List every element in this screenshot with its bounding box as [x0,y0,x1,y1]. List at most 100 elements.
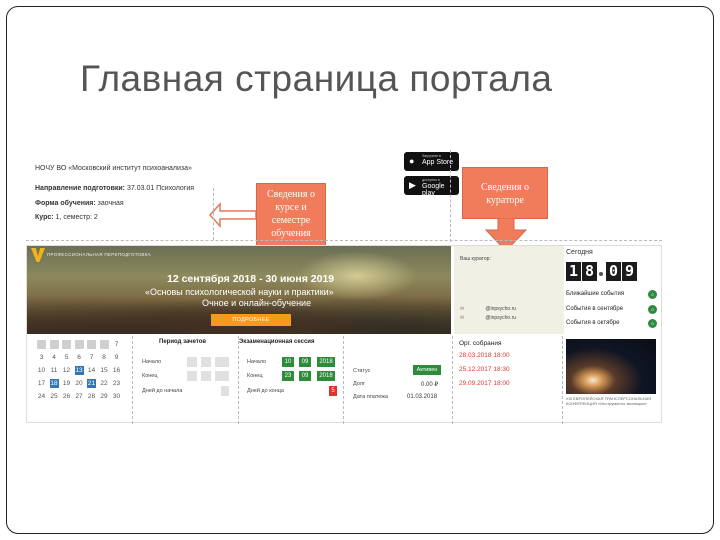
calendar-day[interactable]: 3 [37,353,46,362]
calendar-day[interactable]: 26 [62,392,71,401]
payment-date-label: Дата платежа [353,394,389,400]
course-value: 1, семестр: 2 [55,214,98,221]
exam-session-title: Экзаменационная сессия [239,339,315,345]
banner-dates: 12 сентября 2018 - 30 июня 2019 [167,273,335,285]
curator-email2: @inpsycho.ru [485,315,517,321]
exam-start-label: Начало [247,359,267,365]
more-button[interactable]: ПОДРОБНЕЕ [211,314,291,326]
form-label: Форма обучения: [35,200,96,207]
org-name: НОЧУ ВО «Московский институт психоанализ… [35,165,192,172]
calendar-day[interactable]: 19 [62,379,71,388]
direction-value: 37.03.01 Психология [126,185,195,192]
calendar-day[interactable]: 6 [75,353,84,362]
banner-course: «Основы психологической науки и практики… [145,287,334,297]
calendar-day[interactable]: 24 [37,392,46,401]
events-upcoming[interactable]: Ближайшие события [566,291,624,297]
debt-label: Долг [353,381,365,387]
calendar-day[interactable]: 11 [50,366,59,375]
calendar-day[interactable]: 13 [74,366,84,375]
calendar-day[interactable] [62,340,71,349]
events-october[interactable]: События в октябре [566,320,619,326]
calendar-day[interactable]: 15 [100,366,109,375]
calendar-day[interactable]: 23 [112,379,121,388]
portal-screenshot: ПРОФЕССИОНАЛЬНАЯ ПЕРЕПОДГОТОВКА 12 сентя… [26,245,663,424]
calendar-day[interactable]: 18 [49,379,59,388]
events-september[interactable]: События в сентябре [566,306,623,312]
calendar-day[interactable]: 30 [112,392,121,401]
curator-email-row[interactable]: ✉ @inpsycho.ru [460,306,516,312]
play-icon: ▶ [409,180,416,190]
curator-email2-row[interactable]: ✉ @inpsycho.ru [460,315,516,321]
calendar-day[interactable]: 9 [112,353,121,362]
events-october-count: 0 [648,319,657,328]
calendar-day[interactable] [74,340,84,349]
calendar-day[interactable]: 25 [50,392,59,401]
calendar-day[interactable]: 17 [37,379,46,388]
calendar-day[interactable]: 27 [75,392,84,401]
banner-tag: ПРОФЕССИОНАЛЬНАЯ ПЕРЕПОДГОТОВКА [47,252,151,257]
calendar-day[interactable]: 8 [100,353,109,362]
status-label: Статус [353,368,371,374]
status-badge: Активен [413,365,441,375]
calendar-day[interactable]: 20 [75,379,84,388]
meeting-item[interactable]: 25.12.2017 18:30 [459,366,510,373]
apple-icon: ● [409,156,415,166]
calendar-day[interactable] [99,340,109,349]
column-divider [238,336,239,424]
credit-end-year [215,371,229,381]
curator-email: @inpsycho.ru [485,306,517,312]
banner-mode: Очное и онлайн-обучение [202,298,312,308]
calendar-day[interactable]: 29 [100,392,109,401]
direction-label: Направление подготовки: [35,185,126,192]
calendar-day[interactable]: 21 [87,379,96,388]
promo-banner[interactable]: ПРОФЕССИОНАЛЬНАЯ ПЕРЕПОДГОТОВКА 12 сентя… [27,246,451,334]
calendar-day[interactable] [87,340,96,349]
calendar-day[interactable]: 4 [50,353,59,362]
exam-end-year: 2018 [317,371,335,381]
form-value: заочная [97,200,124,207]
column-divider [343,336,344,424]
exam-end-label: Конец [247,373,263,379]
date-separator [599,272,603,276]
column-divider [132,336,133,424]
calendar-day[interactable]: 7 [87,353,96,362]
calendar-day[interactable]: 28 [87,392,96,401]
month-digit: 0 [606,262,621,281]
credit-days-label: Дней до начала [142,388,183,394]
calendar-day[interactable]: 14 [87,366,96,375]
day-digit: 8 [582,262,597,281]
exam-start-month: 09 [299,357,311,367]
app-store-label: App Store [422,159,454,166]
curator-panel: Ваш куратор: ✉ @inpsycho.ru ✉ @inpsycho.… [454,246,564,334]
calendar-day[interactable]: 10 [37,366,46,375]
calendar-day[interactable]: 7 [112,340,121,349]
credit-end-day [187,371,197,381]
calendar-day[interactable] [37,340,46,349]
conference-image[interactable] [566,339,656,394]
today-label: Сегодня [566,249,593,256]
credit-days-value [221,386,229,396]
calendar-day[interactable]: 5 [62,353,71,362]
conference-caption: XIII ЕВРОПЕЙСКАЯ ТРАНСПЕРСОНАЛЬНАЯ КОНФЕ… [566,396,652,406]
course-line: Курс: 1, семестр: 2 [35,214,98,221]
calendar-day[interactable] [49,340,59,349]
calendar-day[interactable]: 16 [112,366,121,375]
column-divider [452,336,453,424]
direction-line: Направление подготовки: 37.03.01 Психоло… [35,185,194,192]
today-panel: Сегодня 1 8 0 9 Ближайшие события 0 Собы… [566,246,663,334]
meeting-item[interactable]: 28.03.2018 18:00 [459,352,510,359]
google-play-label: Google play [422,183,445,197]
calendar-day[interactable]: 12 [62,366,71,375]
meeting-item[interactable]: 29.09.2017 18:00 [459,380,510,387]
mail-icon: ✉ [460,315,465,321]
credit-start-day [187,357,197,367]
callout-course-info: Сведения о курсе и семестре обучения [256,183,326,247]
debt-value: 0.00 ₽ [421,382,439,388]
payment-date-value: 01.03.2018 [407,394,438,400]
exam-end-month: 09 [299,371,311,381]
calendar-day[interactable]: 22 [100,379,109,388]
slide-title: Главная страница портала [80,58,553,99]
day-digit: 1 [566,262,581,281]
left-arrow-icon [208,202,257,228]
app-store-small: Загрузите в [422,154,441,158]
